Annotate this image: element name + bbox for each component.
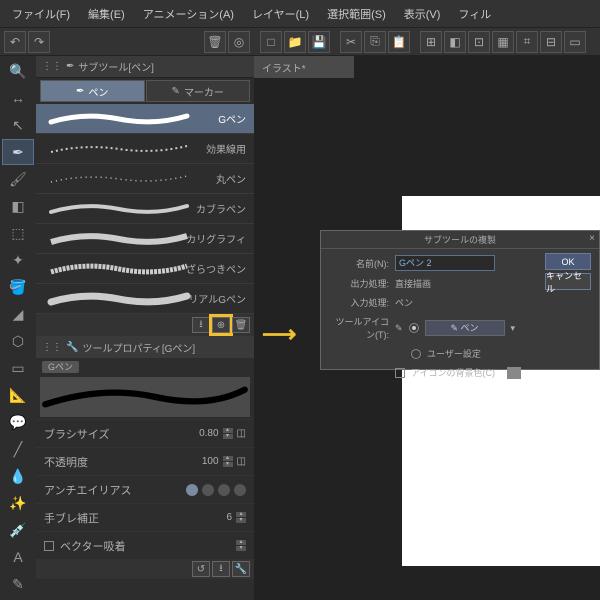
menu-edit[interactable]: 編集(E) [80, 2, 133, 26]
eraser-tool-icon[interactable]: ◧ [2, 193, 34, 219]
tab-pen[interactable]: ✒ペン [40, 80, 145, 102]
toolproperty-panel-header[interactable]: ⋮⋮ 🔧 ツールプロパティ[Gペン] [36, 336, 254, 358]
brush-item[interactable]: カブラペン [36, 194, 254, 224]
brush-list: Gペン 効果線用 丸ペン カブラペン カリグラフィ ざらつきペン [36, 104, 254, 314]
frame-tool-icon[interactable]: ▭ [2, 355, 34, 381]
main-toolbar: ↶ ↷ 🗑 ◎ □ 📁 💾 ✂ ⎘ 📋 ⊞ ◧ ⊡ ▦ ⌗ ⊟ ▭ [0, 28, 600, 56]
menu-view[interactable]: 表示(V) [396, 2, 449, 26]
bgcolor-label: アイコンの背景色(C) [411, 366, 495, 379]
name-label: 名前(N): [329, 257, 389, 270]
tool1-icon[interactable]: ⊞ [420, 31, 442, 53]
spray-tool-icon[interactable]: ✨ [2, 490, 34, 516]
trash-icon[interactable]: 🗑 [204, 31, 226, 53]
document-tab[interactable]: イラスト* [254, 56, 354, 78]
name-input[interactable]: Gペン 2 [395, 255, 495, 271]
prop-antialias[interactable]: アンチエイリアス [36, 475, 254, 503]
cancel-button[interactable]: キャンセル [545, 273, 591, 290]
register-icon[interactable]: ⭳ [212, 561, 230, 577]
ok-button[interactable]: OK [545, 253, 591, 270]
tab-marker[interactable]: ✎マーカー [146, 80, 251, 102]
brush-tool-icon[interactable]: 🖌 [2, 166, 34, 192]
grip-icon: ⋮⋮ [42, 342, 62, 353]
tool5-icon[interactable]: ⌗ [516, 31, 538, 53]
pen-icon: ✎ [395, 323, 403, 334]
input-value: ペン [395, 296, 413, 309]
paste-icon[interactable]: 📋 [388, 31, 410, 53]
import-subtool-icon[interactable]: ⭳ [192, 317, 210, 333]
menu-layer[interactable]: レイヤー(L) [244, 2, 317, 26]
duplicate-subtool-icon[interactable]: ⊕ [212, 317, 230, 333]
icon-label: ツールアイコン(T): [329, 315, 389, 341]
radio-preset-icon[interactable] [409, 323, 419, 333]
preset-pill[interactable]: Gペン [42, 361, 79, 373]
menu-select[interactable]: 選択範囲(S) [319, 2, 394, 26]
color-swatch[interactable] [507, 367, 521, 379]
output-label: 出力処理: [329, 277, 389, 290]
tool-palette: 🔍 ↔ ↖ ✒ 🖌 ◧ ⬚ ✦ 🪣 ◢ ⬡ ▭ 📐 💬 ╱ 💧 ✨ 💉 A ✎ [0, 56, 36, 600]
gradient-tool-icon[interactable]: ◢ [2, 301, 34, 327]
wrench-icon[interactable]: 🔧 [232, 561, 250, 577]
cut-icon[interactable]: ✂ [340, 31, 362, 53]
output-value: 直接描画 [395, 277, 431, 290]
subtool-panel-header[interactable]: ⋮⋮ ✒ サブツール[ペン] [36, 56, 254, 78]
menubar: ファイル(F) 編集(E) アニメーション(A) レイヤー(L) 選択範囲(S)… [0, 0, 600, 28]
wand-tool-icon[interactable]: ✦ [2, 247, 34, 273]
tool4-icon[interactable]: ▦ [492, 31, 514, 53]
input-label: 入力処理: [329, 296, 389, 309]
zoom-tool-icon[interactable]: 🔍 [2, 58, 34, 84]
undo-icon[interactable]: ↶ [4, 31, 26, 53]
tool6-icon[interactable]: ⊟ [540, 31, 562, 53]
ruler-tool-icon[interactable]: 📐 [2, 382, 34, 408]
open-icon[interactable]: 📁 [284, 31, 306, 53]
correct-tool-icon[interactable]: ✎ [2, 571, 34, 597]
duplicate-subtool-dialog: サブツールの複製 × OK キャンセル 名前(N): Gペン 2 出力処理: 直… [320, 230, 600, 370]
prop-stabilize[interactable]: 手ブレ補正 6▴▾ [36, 503, 254, 531]
text-tool-icon[interactable]: A [2, 544, 34, 570]
tool7-icon[interactable]: ▭ [564, 31, 586, 53]
menu-filter[interactable]: フィル [450, 2, 499, 26]
brush-item[interactable]: 効果線用 [36, 134, 254, 164]
delete-subtool-icon[interactable]: 🗑 [232, 317, 250, 333]
marquee-tool-icon[interactable]: ⬚ [2, 220, 34, 246]
eyedrop-tool-icon[interactable]: 💉 [2, 517, 34, 543]
copy-icon[interactable]: ⎘ [364, 31, 386, 53]
checkbox-icon[interactable] [44, 541, 54, 551]
cursor-tool-icon[interactable]: ↖ [2, 112, 34, 138]
brush-preview [40, 377, 250, 417]
reset-icon[interactable]: ↺ [192, 561, 210, 577]
spiral-icon[interactable]: ◎ [228, 31, 250, 53]
radio-user-icon[interactable] [411, 349, 421, 359]
user-setting-label: ユーザー設定 [427, 347, 481, 360]
redo-icon[interactable]: ↷ [28, 31, 50, 53]
move-tool-icon[interactable]: ↔ [2, 85, 34, 111]
brush-item-gpen[interactable]: Gペン [36, 104, 254, 134]
blend-tool-icon[interactable]: 💧 [2, 463, 34, 489]
brush-item[interactable]: ざらつきペン [36, 254, 254, 284]
tool2-icon[interactable]: ◧ [444, 31, 466, 53]
prop-opacity[interactable]: 不透明度 100▴▾◫ [36, 447, 254, 475]
grip-icon: ⋮⋮ [42, 61, 62, 72]
fill-tool-icon[interactable]: 🪣 [2, 274, 34, 300]
new-icon[interactable]: □ [260, 31, 282, 53]
bgcolor-checkbox[interactable] [395, 368, 405, 378]
pen-tool-icon[interactable]: ✒ [2, 139, 34, 165]
icon-select[interactable]: ✎ ペン [425, 320, 505, 336]
prop-vector-snap[interactable]: ベクター吸着 ▴▾ [36, 531, 254, 559]
line-tool-icon[interactable]: ╱ [2, 436, 34, 462]
annotation-arrow: ⟶ [262, 320, 296, 349]
close-icon[interactable]: × [589, 233, 595, 244]
prop-brush-size[interactable]: ブラシサイズ 0.80▴▾◫ [36, 419, 254, 447]
tool3-icon[interactable]: ⊡ [468, 31, 490, 53]
balloon-tool-icon[interactable]: 💬 [2, 409, 34, 435]
brush-item[interactable]: 丸ペン [36, 164, 254, 194]
shape-tool-icon[interactable]: ⬡ [2, 328, 34, 354]
menu-anim[interactable]: アニメーション(A) [135, 2, 242, 26]
brush-item[interactable]: リアルGペン [36, 284, 254, 314]
brush-item[interactable]: カリグラフィ [36, 224, 254, 254]
save-icon[interactable]: 💾 [308, 31, 330, 53]
menu-file[interactable]: ファイル(F) [4, 2, 78, 26]
dialog-titlebar[interactable]: サブツールの複製 × [321, 231, 599, 249]
